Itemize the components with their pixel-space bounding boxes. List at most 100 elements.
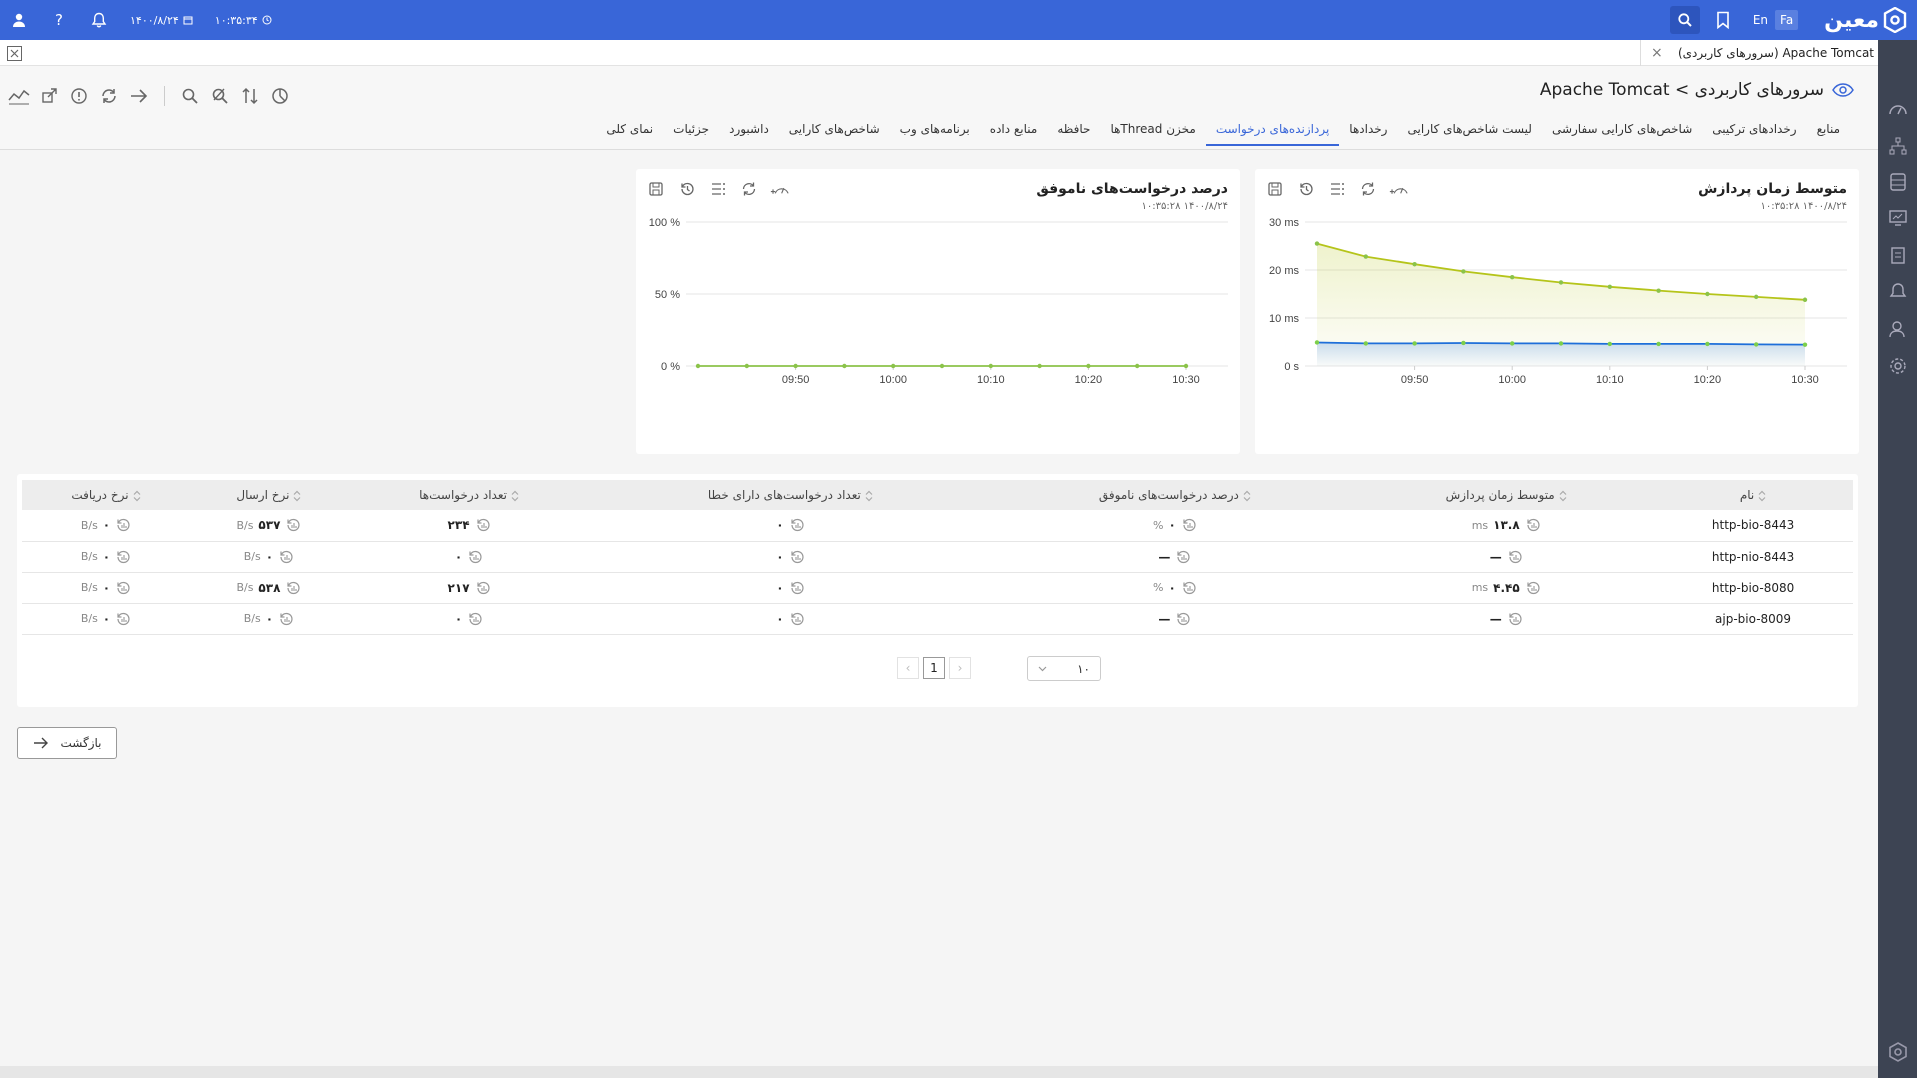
history-chart-icon[interactable]	[285, 517, 301, 533]
tab-item[interactable]: رخدادهای ترکیبی	[1702, 118, 1806, 146]
column-header[interactable]: نرخ دریافت	[22, 480, 190, 510]
data-point[interactable]	[695, 363, 701, 369]
page-size-select[interactable]: ۱۰	[1027, 656, 1101, 681]
user-icon[interactable]	[10, 11, 28, 29]
tab-item[interactable]: لیست شاخص‌های کارایی	[1397, 118, 1541, 146]
history-chart-icon[interactable]	[467, 611, 483, 627]
topology-icon[interactable]	[1888, 136, 1908, 156]
alarm-bell-icon[interactable]	[1888, 282, 1908, 302]
history-chart-icon[interactable]	[285, 580, 301, 596]
column-header[interactable]: درصد درخواست‌های ناموفق	[990, 480, 1360, 510]
history-chart-icon[interactable]	[475, 580, 491, 596]
data-point[interactable]	[842, 363, 847, 369]
data-point[interactable]	[1363, 254, 1368, 259]
tab-item[interactable]: منابع داده	[980, 118, 1048, 146]
search-button[interactable]	[1669, 6, 1700, 34]
history-chart-icon[interactable]	[789, 580, 805, 596]
help-icon[interactable]: ?	[50, 11, 68, 29]
column-header[interactable]: تعداد درخواست‌ها	[347, 480, 591, 510]
dashboard-gauge-icon[interactable]	[1888, 100, 1908, 120]
data-point[interactable]	[1510, 341, 1515, 346]
tab-item[interactable]: نمای کلی	[596, 118, 663, 146]
history-chart-icon[interactable]	[1507, 549, 1523, 565]
data-point[interactable]	[793, 363, 798, 369]
sort-icon[interactable]	[293, 490, 301, 502]
sort-icon[interactable]	[1758, 490, 1766, 502]
next-page-button[interactable]: ›	[949, 657, 971, 679]
sort-icon[interactable]	[511, 490, 519, 502]
data-point[interactable]	[1412, 341, 1417, 346]
data-point[interactable]	[1086, 363, 1091, 369]
processor-name[interactable]: ajp-bio-8009	[1715, 612, 1791, 626]
history-chart-icon[interactable]	[789, 549, 805, 565]
data-point[interactable]	[1314, 241, 1320, 246]
search-tool-button[interactable]	[179, 85, 201, 107]
column-header[interactable]: متوسط زمان پردازش	[1359, 480, 1654, 510]
data-point[interactable]	[1510, 275, 1515, 280]
history-chart-icon[interactable]	[1181, 517, 1197, 533]
sort-icon[interactable]	[133, 490, 141, 502]
history-chart-icon[interactable]	[1181, 580, 1197, 596]
history-chart-icon[interactable]	[467, 549, 483, 565]
data-point[interactable]	[1314, 340, 1320, 345]
database-icon[interactable]	[1888, 172, 1908, 192]
tab-item[interactable]: برنامه‌های وب	[890, 118, 980, 146]
column-header[interactable]: تعداد درخواست‌های دارای خطا	[590, 480, 991, 510]
tab-item[interactable]: حافظه	[1047, 118, 1100, 146]
page-number-button[interactable]: 1	[923, 657, 945, 679]
data-point[interactable]	[1705, 291, 1710, 297]
history-chart-icon[interactable]	[278, 549, 294, 565]
processor-name[interactable]: http-bio-8443	[1712, 518, 1794, 532]
history-chart-icon[interactable]	[1175, 611, 1191, 627]
sort-icon[interactable]	[865, 490, 873, 502]
tab-item[interactable]: شاخص‌های کارایی	[779, 118, 890, 146]
history-chart-icon[interactable]	[115, 549, 131, 565]
lang-fa-button[interactable]: Fa	[1775, 10, 1799, 30]
data-point[interactable]	[1037, 363, 1042, 369]
page-tab-tomcat[interactable]: Apache Tomcat (سرورهای کاربردی) ×	[1640, 40, 1878, 66]
prev-page-button[interactable]: ‹	[897, 657, 919, 679]
history-chart-icon[interactable]	[475, 517, 491, 533]
table-row[interactable]: ajp-bio-8009 — — ۰ ۰ B/s ۰ B/s ۰	[22, 603, 1853, 635]
history-chart-icon[interactable]	[1525, 517, 1541, 533]
pie-chart-button[interactable]	[269, 85, 291, 107]
eye-icon[interactable]	[1832, 83, 1854, 97]
settings-gear-icon[interactable]	[1888, 356, 1908, 376]
history-chart-icon[interactable]	[789, 611, 805, 627]
bookmark-button[interactable]	[1714, 10, 1732, 30]
history-chart-icon[interactable]	[278, 611, 294, 627]
tab-item[interactable]: جزئیات	[663, 118, 719, 146]
data-point[interactable]	[988, 363, 993, 369]
clear-search-button[interactable]	[209, 85, 231, 107]
history-chart-icon[interactable]	[1507, 611, 1523, 627]
history-chart-icon[interactable]	[1175, 549, 1191, 565]
data-point[interactable]	[1802, 342, 1808, 347]
tab-item[interactable]: مخزن Threadها	[1100, 118, 1205, 146]
tab-item[interactable]: منابع	[1807, 118, 1850, 146]
bell-icon[interactable]	[90, 11, 108, 29]
data-point[interactable]	[1607, 341, 1612, 347]
processor-name[interactable]: http-nio-8443	[1712, 550, 1794, 564]
horizontal-scrollbar[interactable]	[0, 1066, 1878, 1078]
data-point[interactable]	[1461, 269, 1466, 274]
column-header[interactable]: نام	[1653, 480, 1853, 510]
history-chart-icon[interactable]	[115, 517, 131, 533]
data-point[interactable]	[1656, 288, 1661, 293]
tab-item[interactable]: شاخص‌های کارایی سفارشی	[1542, 118, 1702, 146]
data-point[interactable]	[744, 363, 749, 369]
data-point[interactable]	[1135, 363, 1140, 369]
column-header[interactable]: نرخ ارسال	[189, 480, 348, 510]
tab-item[interactable]: داشبورد	[719, 118, 779, 146]
data-point[interactable]	[939, 363, 945, 369]
sort-icon[interactable]	[1559, 490, 1567, 502]
back-button[interactable]: بازگشت	[17, 727, 117, 759]
data-point[interactable]	[1363, 341, 1368, 346]
trend-chart-button[interactable]	[8, 85, 30, 107]
data-point[interactable]	[1754, 294, 1759, 300]
users-icon[interactable]	[1888, 319, 1908, 339]
sort-icon[interactable]	[1243, 490, 1251, 502]
history-chart-icon[interactable]	[115, 580, 131, 596]
history-chart-icon[interactable]	[789, 517, 805, 533]
data-point[interactable]	[1607, 284, 1612, 289]
data-point[interactable]	[1656, 341, 1661, 347]
